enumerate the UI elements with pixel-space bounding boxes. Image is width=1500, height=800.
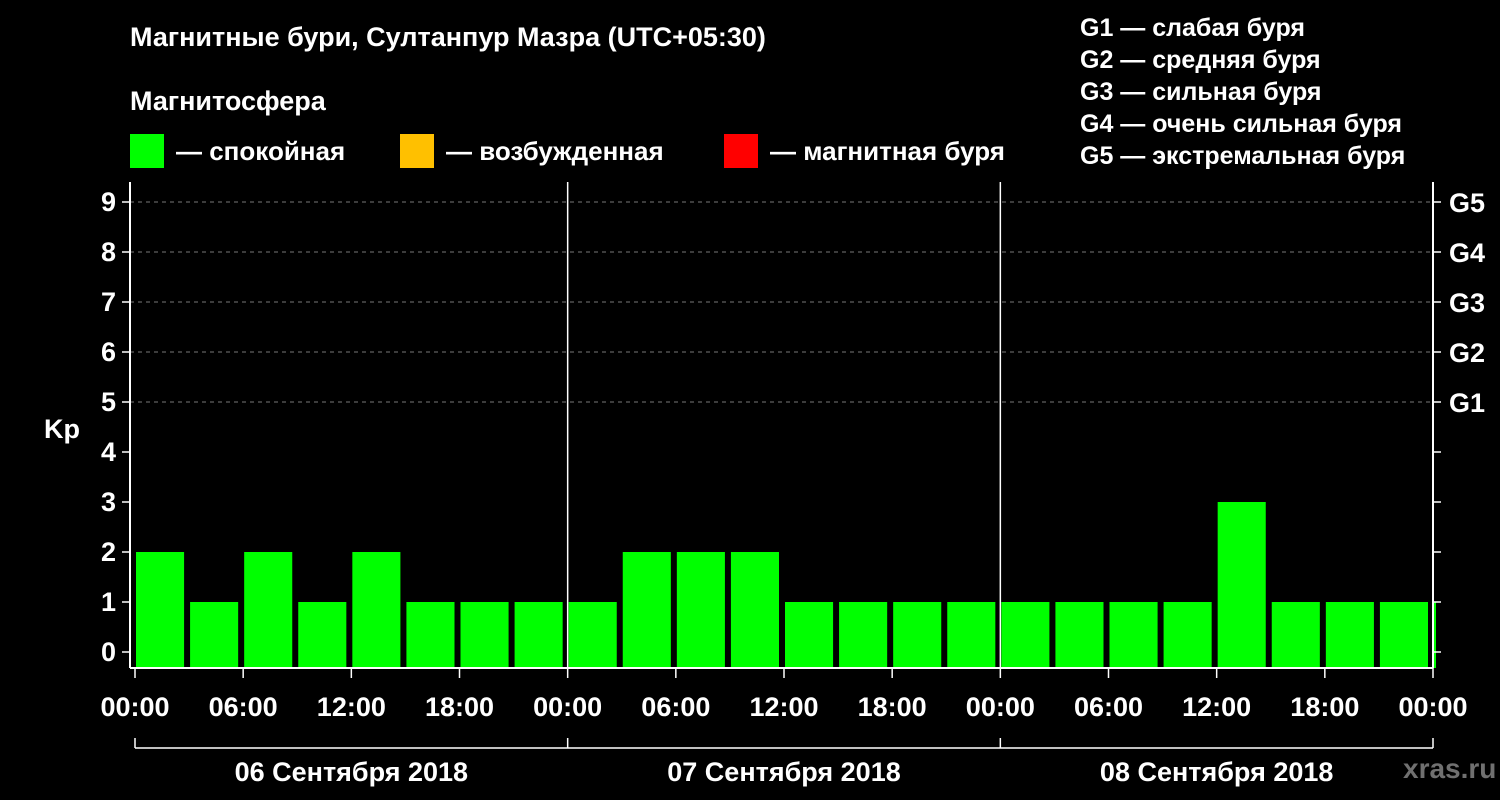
y-tick-label: 6 [101,337,116,367]
kp-bar [893,602,942,668]
storm-level-label: G2 [1449,338,1485,368]
day-label: 08 Сентября 2018 [1100,757,1333,787]
watermark: xras.ru [1403,753,1497,784]
y-tick-label: 2 [101,537,116,567]
y-tick-label: 5 [101,387,116,417]
storm-level-label: G5 [1449,188,1485,218]
x-tick-label: 18:00 [1290,692,1359,722]
kp-bar [460,602,509,668]
y-tick-label: 1 [101,587,116,617]
storm-level-label: G1 [1449,388,1485,418]
kp-bar [1217,502,1266,668]
storm-level-label: G4 [1449,238,1485,268]
y-tick-label: 4 [101,437,116,467]
kp-bar [1325,602,1374,668]
x-tick-label: 00:00 [1398,692,1467,722]
day-label: 06 Сентября 2018 [235,757,468,787]
kp-bar [839,602,888,668]
kp-bar [1055,602,1104,668]
kp-bar [1109,602,1158,668]
y-tick-label: 7 [101,287,116,317]
kp-bar [1434,602,1436,668]
x-tick-label: 06:00 [1074,692,1143,722]
x-tick-label: 00:00 [100,692,169,722]
kp-bar [622,552,671,668]
kp-bar [1271,602,1320,668]
kp-bar [514,602,563,668]
kp-bar [785,602,834,668]
x-tick-label: 00:00 [966,692,1035,722]
y-tick-label: 8 [101,237,116,267]
kp-bar [244,552,293,668]
kp-bar [730,552,779,668]
kp-bar [1001,602,1050,668]
kp-bar [190,602,239,668]
y-axis-label: Kp [44,414,80,444]
kp-bar [352,552,401,668]
y-tick-label: 9 [101,187,116,217]
x-tick-label: 18:00 [425,692,494,722]
x-tick-label: 00:00 [533,692,602,722]
kp-bar-chart: 0 1 2 3 4 5 6 7 8 9 Kp G1 G2 G3 G4 G5 00:00 06:00 12:00 18:… [44,182,1485,787]
y-tick-label: 0 [101,637,116,667]
kp-bar [1163,602,1212,668]
x-tick-label: 18:00 [858,692,927,722]
kp-bar [568,602,617,668]
x-tick-label: 06:00 [209,692,278,722]
day-label: 07 Сентября 2018 [667,757,900,787]
x-tick-label: 12:00 [317,692,386,722]
kp-bar [298,602,347,668]
storm-level-label: G3 [1449,288,1485,318]
y-tick-label: 3 [101,487,116,517]
x-tick-label: 12:00 [1182,692,1251,722]
x-tick-label: 06:00 [641,692,710,722]
kp-bar [406,602,455,668]
kp-bar [136,552,185,668]
kp-bar [676,552,725,668]
x-tick-label: 12:00 [749,692,818,722]
kp-bar [1379,602,1428,668]
kp-bar [947,602,996,668]
